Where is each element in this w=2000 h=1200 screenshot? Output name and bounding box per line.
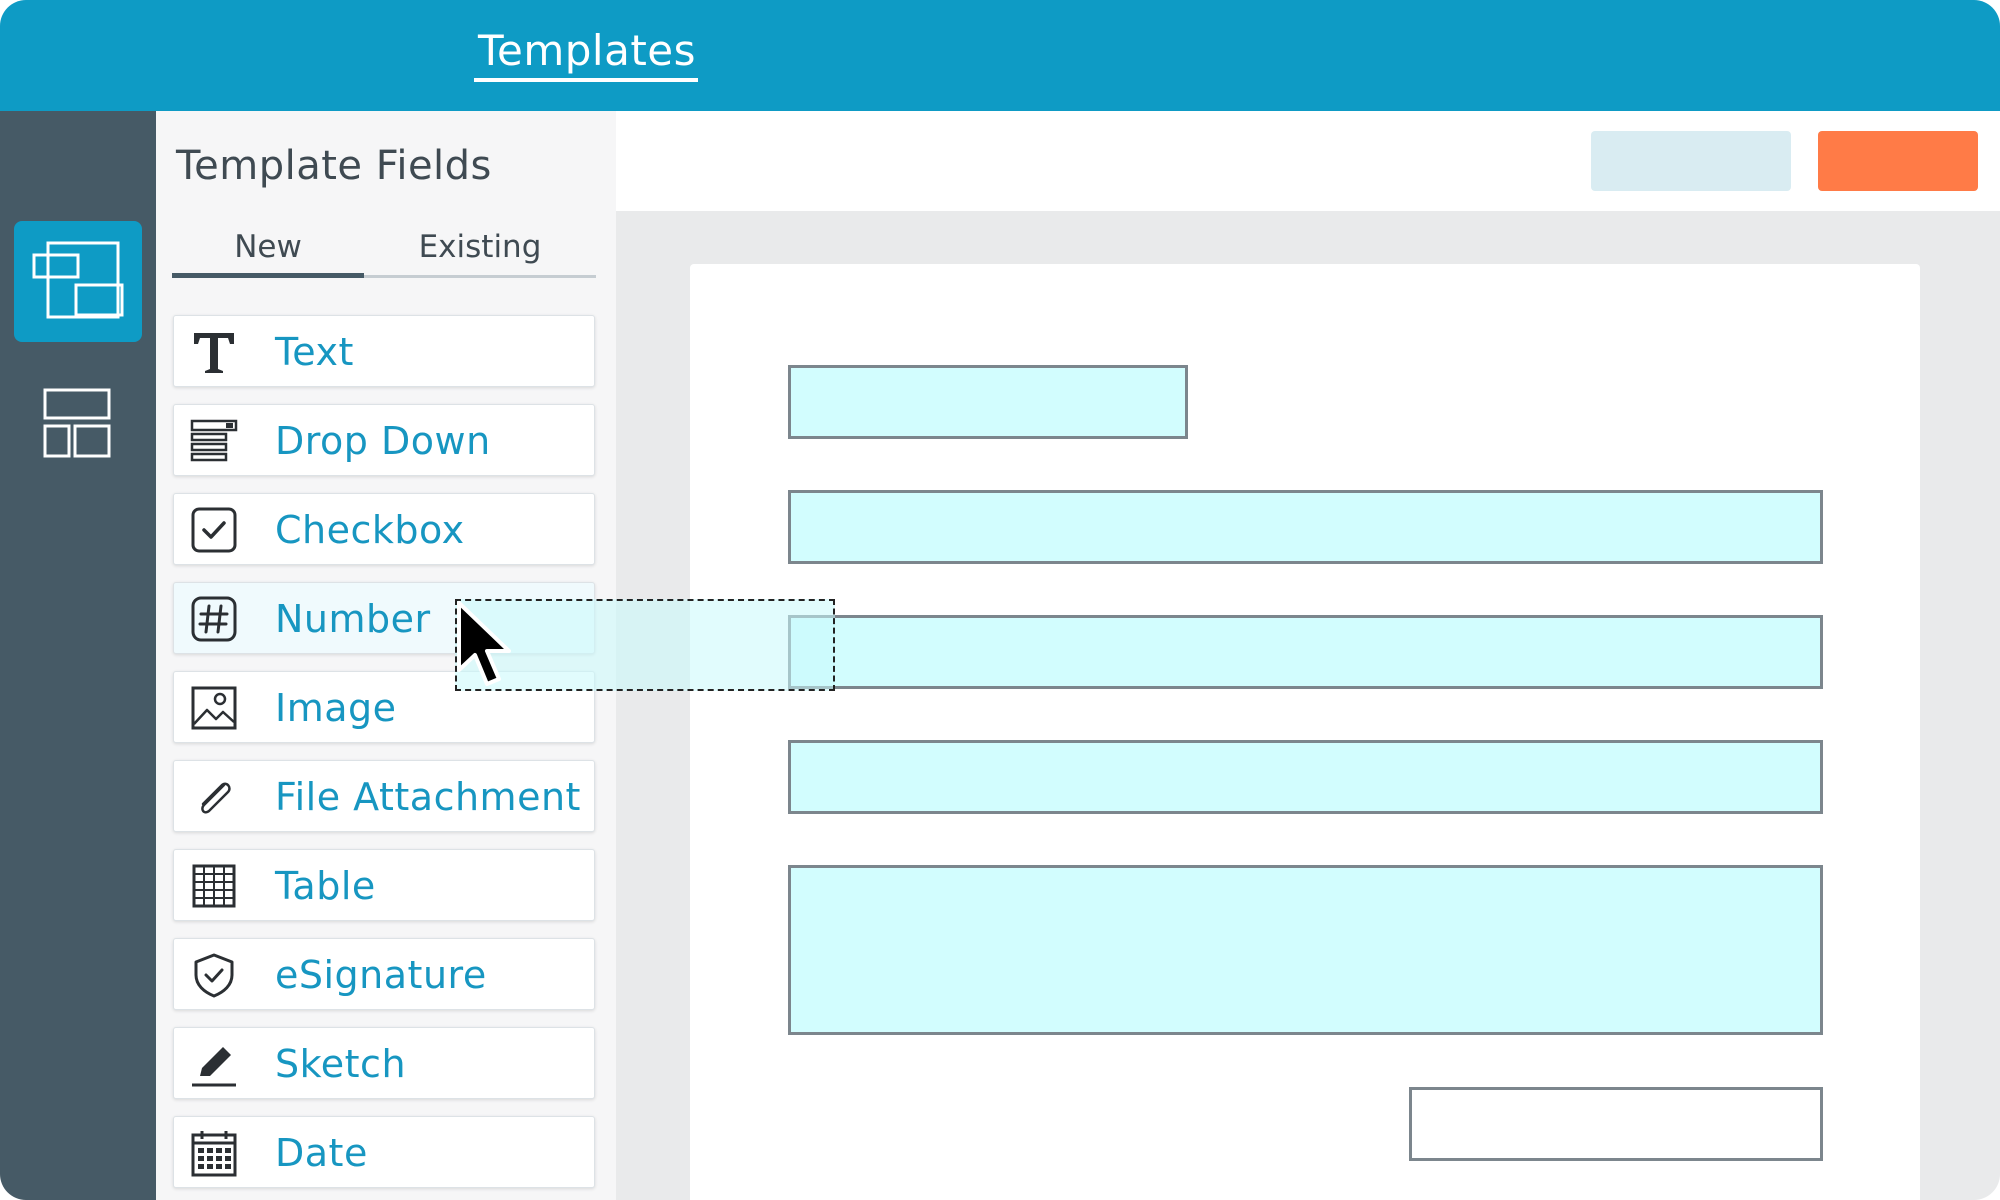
field-placeholder-row-2[interactable]: [788, 615, 1823, 689]
field-label: Text: [275, 330, 354, 374]
field-label: Sketch: [275, 1042, 407, 1086]
field-label: Date: [275, 1131, 368, 1175]
overlapping-frames-icon: [32, 241, 124, 319]
calendar-icon: [191, 1131, 237, 1177]
layout-grid-icon: [43, 388, 111, 458]
page-title[interactable]: Templates: [478, 22, 696, 80]
image-icon: [191, 686, 237, 730]
field-placeholder-empty[interactable]: [1409, 1087, 1823, 1161]
app-header: Templates: [0, 0, 2000, 111]
field-item-text[interactable]: Text: [173, 315, 595, 387]
field-tabs: New Existing: [172, 219, 596, 281]
title-underline: [474, 78, 698, 82]
hash-icon: [191, 596, 237, 642]
rail-layout-button[interactable]: [14, 376, 142, 497]
field-label: Drop Down: [275, 419, 491, 463]
paperclip-icon: [201, 782, 231, 814]
field-item-drop-down[interactable]: Drop Down: [173, 404, 595, 476]
field-item-file-attachment[interactable]: File Attachment: [173, 760, 595, 832]
panel-title: Template Fields: [176, 143, 492, 189]
checkbox-icon: [191, 507, 237, 553]
tab-new[interactable]: New: [172, 219, 364, 275]
field-item-esignature[interactable]: eSignature: [173, 938, 595, 1010]
field-label: Image: [275, 686, 397, 730]
field-item-checkbox[interactable]: Checkbox: [173, 493, 595, 565]
secondary-action-button[interactable]: [1591, 131, 1791, 191]
rail-templates-button[interactable]: [14, 221, 142, 342]
dropdown-icon: [190, 419, 238, 462]
primary-action-button[interactable]: [1818, 131, 1978, 191]
field-label: eSignature: [275, 953, 487, 997]
text-t-icon: [194, 333, 234, 373]
pencil-icon: [192, 1047, 236, 1087]
field-label: Checkbox: [275, 508, 465, 552]
shield-check-icon: [194, 953, 234, 998]
field-item-date[interactable]: Date: [173, 1116, 595, 1188]
active-tab-indicator: [172, 273, 364, 278]
field-label: Table: [275, 864, 376, 908]
field-placeholder-row-1[interactable]: [788, 490, 1823, 564]
app-window: Templates Template Fields New Existing T…: [0, 0, 2000, 1200]
mouse-pointer-icon: [457, 601, 511, 686]
field-label: File Attachment: [275, 775, 581, 819]
field-placeholder-short[interactable]: [788, 365, 1188, 439]
field-label: Number: [275, 597, 431, 641]
field-item-table[interactable]: Table: [173, 849, 595, 921]
table-icon: [192, 864, 236, 908]
tab-existing[interactable]: Existing: [364, 219, 596, 275]
action-bar: [616, 111, 2000, 211]
icon-rail: [0, 111, 156, 1200]
field-item-sketch[interactable]: Sketch: [173, 1027, 595, 1099]
field-placeholder-large[interactable]: [788, 865, 1823, 1035]
field-placeholder-row-3[interactable]: [788, 740, 1823, 814]
